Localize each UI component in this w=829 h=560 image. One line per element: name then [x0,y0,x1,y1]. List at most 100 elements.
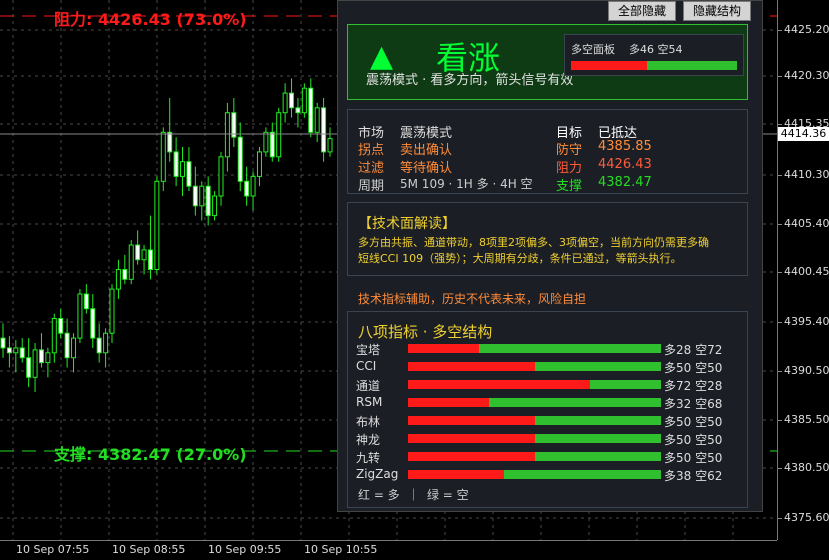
hide-structure-button[interactable]: 隐藏结构 [683,1,751,21]
resistance-status-value: 4426.43 [598,157,652,172]
candle-body [115,269,121,290]
indicators-title: 八项指标 · 多空结构 [358,323,493,341]
mini-panel-values: 多46 空54 [629,43,683,56]
indicator-name: 九转 [356,451,381,465]
candle-body [308,87,314,133]
indicator-values: 多50 空50 [664,433,723,447]
analysis-box: 【技术面解读】 多方由共振、通道带动，8项里2项偏多、3项偏空，当前方向仍需更多… [347,202,748,276]
candle-body [192,185,198,207]
candle-body [218,156,224,197]
indicator-name: 通道 [356,379,381,393]
indicator-bar [408,362,661,371]
candle [263,127,269,157]
price-label: 4425.20 [784,23,829,36]
hide-all-button[interactable]: 全部隐藏 [608,1,676,21]
indicators-box: 八项指标 · 多空结构 宝塔 多28 空72 CCI 多50 空50 通道 多72 空28… [347,311,748,508]
candle [71,333,77,373]
indicator-bull-fill [408,344,479,353]
time-label: 10 Sep 08:55 [112,543,186,556]
candle [32,343,38,393]
candle [154,176,160,275]
candle-body [173,151,179,177]
candle [90,294,96,348]
candle [327,127,333,157]
turning-point-label: 拐点 [358,143,385,158]
price-tick [778,272,782,273]
price-tick [778,420,782,421]
price-axis[interactable]: 4425.20 4420.30 4415.35 4410.30 4405.40 4400.… [777,0,829,540]
candle [128,240,134,285]
indicator-bar [408,380,661,389]
period-label: 周期 [358,179,385,194]
candle-body [32,349,38,378]
indicator-row: 九转 多50 空50 [348,449,747,465]
candle-body [90,308,96,339]
candle-body [135,244,141,261]
candle [147,215,153,280]
signal-panel: 全部隐藏 隐藏结构 ▲ 看涨 震荡模式 · 看多方向，箭头信号有效 多空面板 多… [337,0,763,512]
indicator-values: 多50 空50 [664,361,723,375]
candle [314,102,320,143]
defense-label: 防守 [556,143,583,158]
status-box: 市场 震荡模式 目标 已抵达 拐点 卖出确认 防守 4385.85 过滤 等待确… [347,109,748,194]
candle [212,191,218,221]
candlesticks [0,78,333,393]
candle-body [147,249,153,271]
filter-value: 等待确认 [400,161,453,176]
support-status-label: 支撑 [556,179,583,194]
price-label: 4395.40 [784,315,829,328]
candle-body [0,337,6,349]
candle [276,107,282,162]
candle [237,122,243,192]
mini-panel-label: 多空面板 [571,43,615,56]
indicator-row: 布林 多50 空50 [348,413,747,429]
support-label: 支撑: 4382.47 (27.0%) [54,445,247,464]
candle [77,289,83,344]
turning-point-value: 卖出确认 [400,143,453,158]
candle-body [83,293,89,310]
candle [289,78,295,118]
price-label: 4410.30 [784,168,829,181]
candle-body [250,175,256,197]
candle [38,333,44,368]
time-axis[interactable]: 10 Sep 07:55 10 Sep 08:55 10 Sep 09:55 1… [0,540,777,560]
candle [205,176,211,226]
support-status-value: 4382.47 [598,175,652,190]
price-tick [778,322,782,323]
time-label: 10 Sep 07:55 [16,543,90,556]
candle-body [314,107,320,133]
candle-body [289,92,295,109]
candle-body [263,131,269,153]
candle-body [224,112,230,158]
candle-body [205,185,211,217]
indicator-bull-fill [408,380,591,389]
price-tick [778,518,782,519]
indicator-bull-fill [408,398,489,407]
candle [199,181,205,221]
indicator-row: 神龙 多50 空50 [348,431,747,447]
bull-bear-mini-panel: 多空面板 多46 空54 [564,34,744,76]
indicators-legend: 红 = 多 ｜ 绿 = 空 [358,488,469,502]
candle-body [244,180,250,197]
candle-body [26,357,32,378]
indicator-bar [408,452,661,461]
candle-body [154,180,160,271]
mini-panel-bull-fill [571,61,648,70]
indicator-values: 多28 空72 [664,343,723,357]
resistance-status-label: 阻力 [556,161,583,176]
indicator-bull-fill [408,470,505,479]
price-tick [778,124,782,125]
mini-panel-bar [571,61,737,70]
candle [58,308,64,339]
candle [26,338,32,388]
candle-body [45,352,51,364]
candle-body [13,347,19,354]
candle [83,284,89,314]
candle-body [71,337,77,359]
candle [109,284,115,344]
candle-body [160,131,166,182]
indicator-bull-fill [408,452,535,461]
candle [186,147,192,192]
current-price-tag: 4414.36 [778,127,829,141]
price-label: 4375.60 [784,511,829,524]
